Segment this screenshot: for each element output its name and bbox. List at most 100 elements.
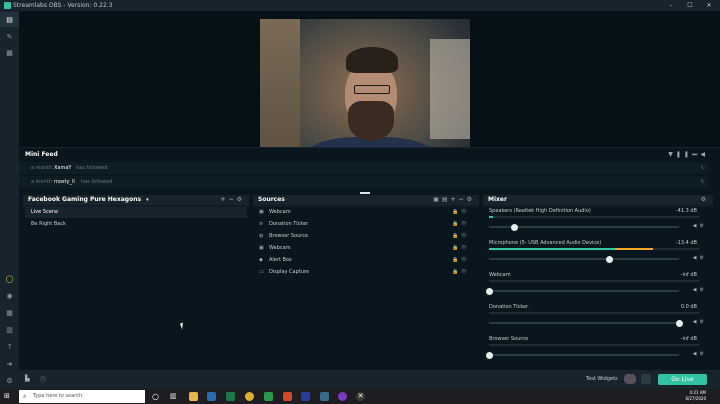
task-view-icon[interactable]: ▥ bbox=[170, 392, 179, 401]
record-dot-icon[interactable]: ◯ bbox=[4, 273, 15, 284]
scene-controls[interactable]: +−⚙ bbox=[221, 195, 245, 205]
mixer-db-value: -41.3 dB bbox=[675, 208, 697, 214]
volume-slider-knob[interactable] bbox=[510, 224, 518, 231]
volume-slider-knob[interactable] bbox=[605, 256, 613, 263]
go-live-button[interactable]: Go Live bbox=[658, 374, 707, 385]
scene-collection-name[interactable]: Facebook Gaming Pure Hexagons bbox=[28, 196, 141, 203]
taskbar-search-input[interactable]: ⌕ Type here to search bbox=[19, 390, 145, 403]
source-item[interactable]: ◆ Alert Box 🔒👁 bbox=[257, 255, 475, 266]
gear-icon[interactable]: ⚙ bbox=[700, 319, 707, 325]
source-item[interactable]: ◍ Browser Source 🔒👁 bbox=[257, 231, 475, 242]
logout-icon[interactable]: ➜ bbox=[4, 358, 15, 369]
mixer-controls[interactable]: ◀⚙ bbox=[693, 255, 707, 261]
rec-toggle-button[interactable] bbox=[624, 374, 636, 384]
gear-icon[interactable]: ⚙ bbox=[4, 375, 15, 386]
stats-icon[interactable]: ▙ bbox=[25, 375, 30, 382]
scene-item[interactable]: Live Scene bbox=[25, 207, 247, 218]
app-icon[interactable] bbox=[283, 392, 292, 401]
mixer-controls[interactable]: ◀⚙ bbox=[693, 223, 707, 229]
speaker-icon[interactable]: ◀ bbox=[693, 255, 700, 261]
source-item[interactable]: ▣ Webcam 🔒👁 bbox=[257, 207, 475, 218]
gear-icon[interactable]: ⚙ bbox=[700, 287, 707, 293]
library-icon[interactable]: ▦ bbox=[4, 47, 15, 58]
speaker-icon[interactable]: ◀ bbox=[693, 223, 700, 229]
source-visibility-controls[interactable]: 🔒👁 bbox=[452, 207, 469, 218]
maximize-button[interactable]: ☐ bbox=[683, 0, 697, 11]
gear-icon[interactable]: ⚙ bbox=[701, 195, 709, 205]
windows-start-icon[interactable]: ⊞ bbox=[4, 392, 13, 401]
speaker-icon[interactable]: ◀ bbox=[693, 319, 700, 325]
replay-buffer-button[interactable] bbox=[641, 374, 651, 384]
gear-icon[interactable]: ⚙ bbox=[467, 196, 475, 203]
source-visibility-controls[interactable]: 🔒👁 bbox=[452, 267, 469, 278]
speaker-icon[interactable]: ◀ bbox=[693, 287, 700, 293]
volume-slider-track[interactable] bbox=[489, 322, 679, 324]
source-visibility-controls[interactable]: 🔒👁 bbox=[452, 231, 469, 242]
cortana-icon[interactable]: ○ bbox=[152, 392, 161, 401]
pause-icon[interactable]: ❚❚ bbox=[676, 151, 692, 158]
settings-icon[interactable]: ◉ bbox=[4, 290, 15, 301]
volume-slider-knob[interactable] bbox=[486, 288, 493, 295]
filter-icon[interactable]: ▼ bbox=[668, 151, 676, 158]
group-icon[interactable]: ▤ bbox=[442, 196, 451, 203]
remove-icon[interactable]: − bbox=[229, 196, 237, 203]
studio-icon[interactable]: ▥ bbox=[4, 324, 15, 335]
editor-icon[interactable]: ▤ bbox=[0, 12, 19, 27]
source-visibility-controls[interactable]: 🔒👁 bbox=[452, 219, 469, 230]
gear-icon[interactable]: ⚙ bbox=[700, 255, 707, 261]
volume-slider-track[interactable] bbox=[489, 354, 679, 356]
mixer-controls[interactable]: ◀⚙ bbox=[693, 319, 707, 325]
folder-icon[interactable]: ▣ bbox=[433, 196, 442, 203]
mixer-title: Mixer bbox=[488, 196, 507, 203]
test-widgets-label[interactable]: Test Widgets bbox=[586, 376, 618, 382]
source-visibility-controls[interactable]: 🔒👁 bbox=[452, 243, 469, 254]
mixer-controls[interactable]: ◀⚙ bbox=[693, 287, 707, 293]
scene-item[interactable]: Be Right Back bbox=[25, 219, 247, 230]
app-icon[interactable] bbox=[338, 392, 347, 401]
store-icon[interactable] bbox=[207, 392, 216, 401]
speaker-icon[interactable]: ◀ bbox=[693, 351, 700, 357]
xbox-icon[interactable]: ✕ bbox=[356, 392, 365, 401]
chevron-down-icon[interactable]: ▾ bbox=[146, 197, 149, 203]
layout-icon[interactable]: ▦ bbox=[4, 307, 15, 318]
app-icon[interactable] bbox=[264, 392, 273, 401]
panel-resize-handle[interactable] bbox=[360, 192, 370, 194]
help-icon[interactable]: ? bbox=[4, 341, 15, 352]
source-item[interactable]: ▭ Display Capture 🔒👁 bbox=[257, 267, 475, 278]
gear-icon[interactable]: ⚙ bbox=[700, 351, 707, 357]
close-button[interactable]: ✕ bbox=[702, 0, 716, 11]
app-icon[interactable] bbox=[320, 392, 329, 401]
repeat-icon[interactable]: ↻ bbox=[701, 162, 705, 174]
minimize-button[interactable]: – bbox=[664, 0, 678, 11]
themes-icon[interactable]: ✎ bbox=[4, 31, 15, 42]
sources-header: Sources ▣▤+−⚙ bbox=[253, 195, 479, 205]
scenes-list: Live Scene Be Right Back bbox=[23, 207, 249, 365]
volume-slider-knob[interactable] bbox=[486, 352, 493, 359]
volume-slider-knob[interactable] bbox=[676, 320, 683, 327]
app-icon[interactable] bbox=[226, 392, 235, 401]
volume-slider-track[interactable] bbox=[489, 290, 679, 292]
source-item[interactable]: ▣ Webcam 🔒👁 bbox=[257, 243, 475, 254]
feed-action: has followed bbox=[81, 179, 113, 185]
file-explorer-icon[interactable] bbox=[189, 392, 198, 401]
source-item[interactable]: ≡ Donation Ticker 🔒👁 bbox=[257, 219, 475, 230]
remove-icon[interactable]: − bbox=[459, 196, 467, 203]
mixer-controls[interactable]: ◀⚙ bbox=[693, 351, 707, 357]
source-controls[interactable]: ▣▤+−⚙ bbox=[433, 195, 475, 205]
gear-icon[interactable]: ⚙ bbox=[237, 196, 245, 203]
mute-icon[interactable]: ◀ bbox=[700, 151, 708, 158]
add-icon[interactable]: + bbox=[221, 196, 229, 203]
chrome-icon[interactable] bbox=[245, 392, 254, 401]
gear-icon[interactable]: ⚙ bbox=[700, 223, 707, 229]
add-icon[interactable]: + bbox=[451, 196, 459, 203]
feed-user[interactable]: XamaY bbox=[54, 162, 71, 174]
feed-user[interactable]: mosty_ll bbox=[54, 176, 75, 188]
info-icon[interactable]: ⓘ bbox=[40, 375, 46, 384]
taskbar-clock[interactable]: 4:21 AM 6/27/2020 bbox=[685, 390, 706, 402]
mini-feed-controls[interactable]: ▼❚❚⏭◀ bbox=[668, 151, 708, 159]
volume-slider-track[interactable] bbox=[489, 258, 679, 260]
premiere-icon[interactable] bbox=[301, 392, 310, 401]
repeat-icon[interactable]: ↻ bbox=[701, 176, 705, 188]
audio-level-meter bbox=[489, 280, 699, 282]
source-visibility-controls[interactable]: 🔒👁 bbox=[452, 255, 469, 266]
